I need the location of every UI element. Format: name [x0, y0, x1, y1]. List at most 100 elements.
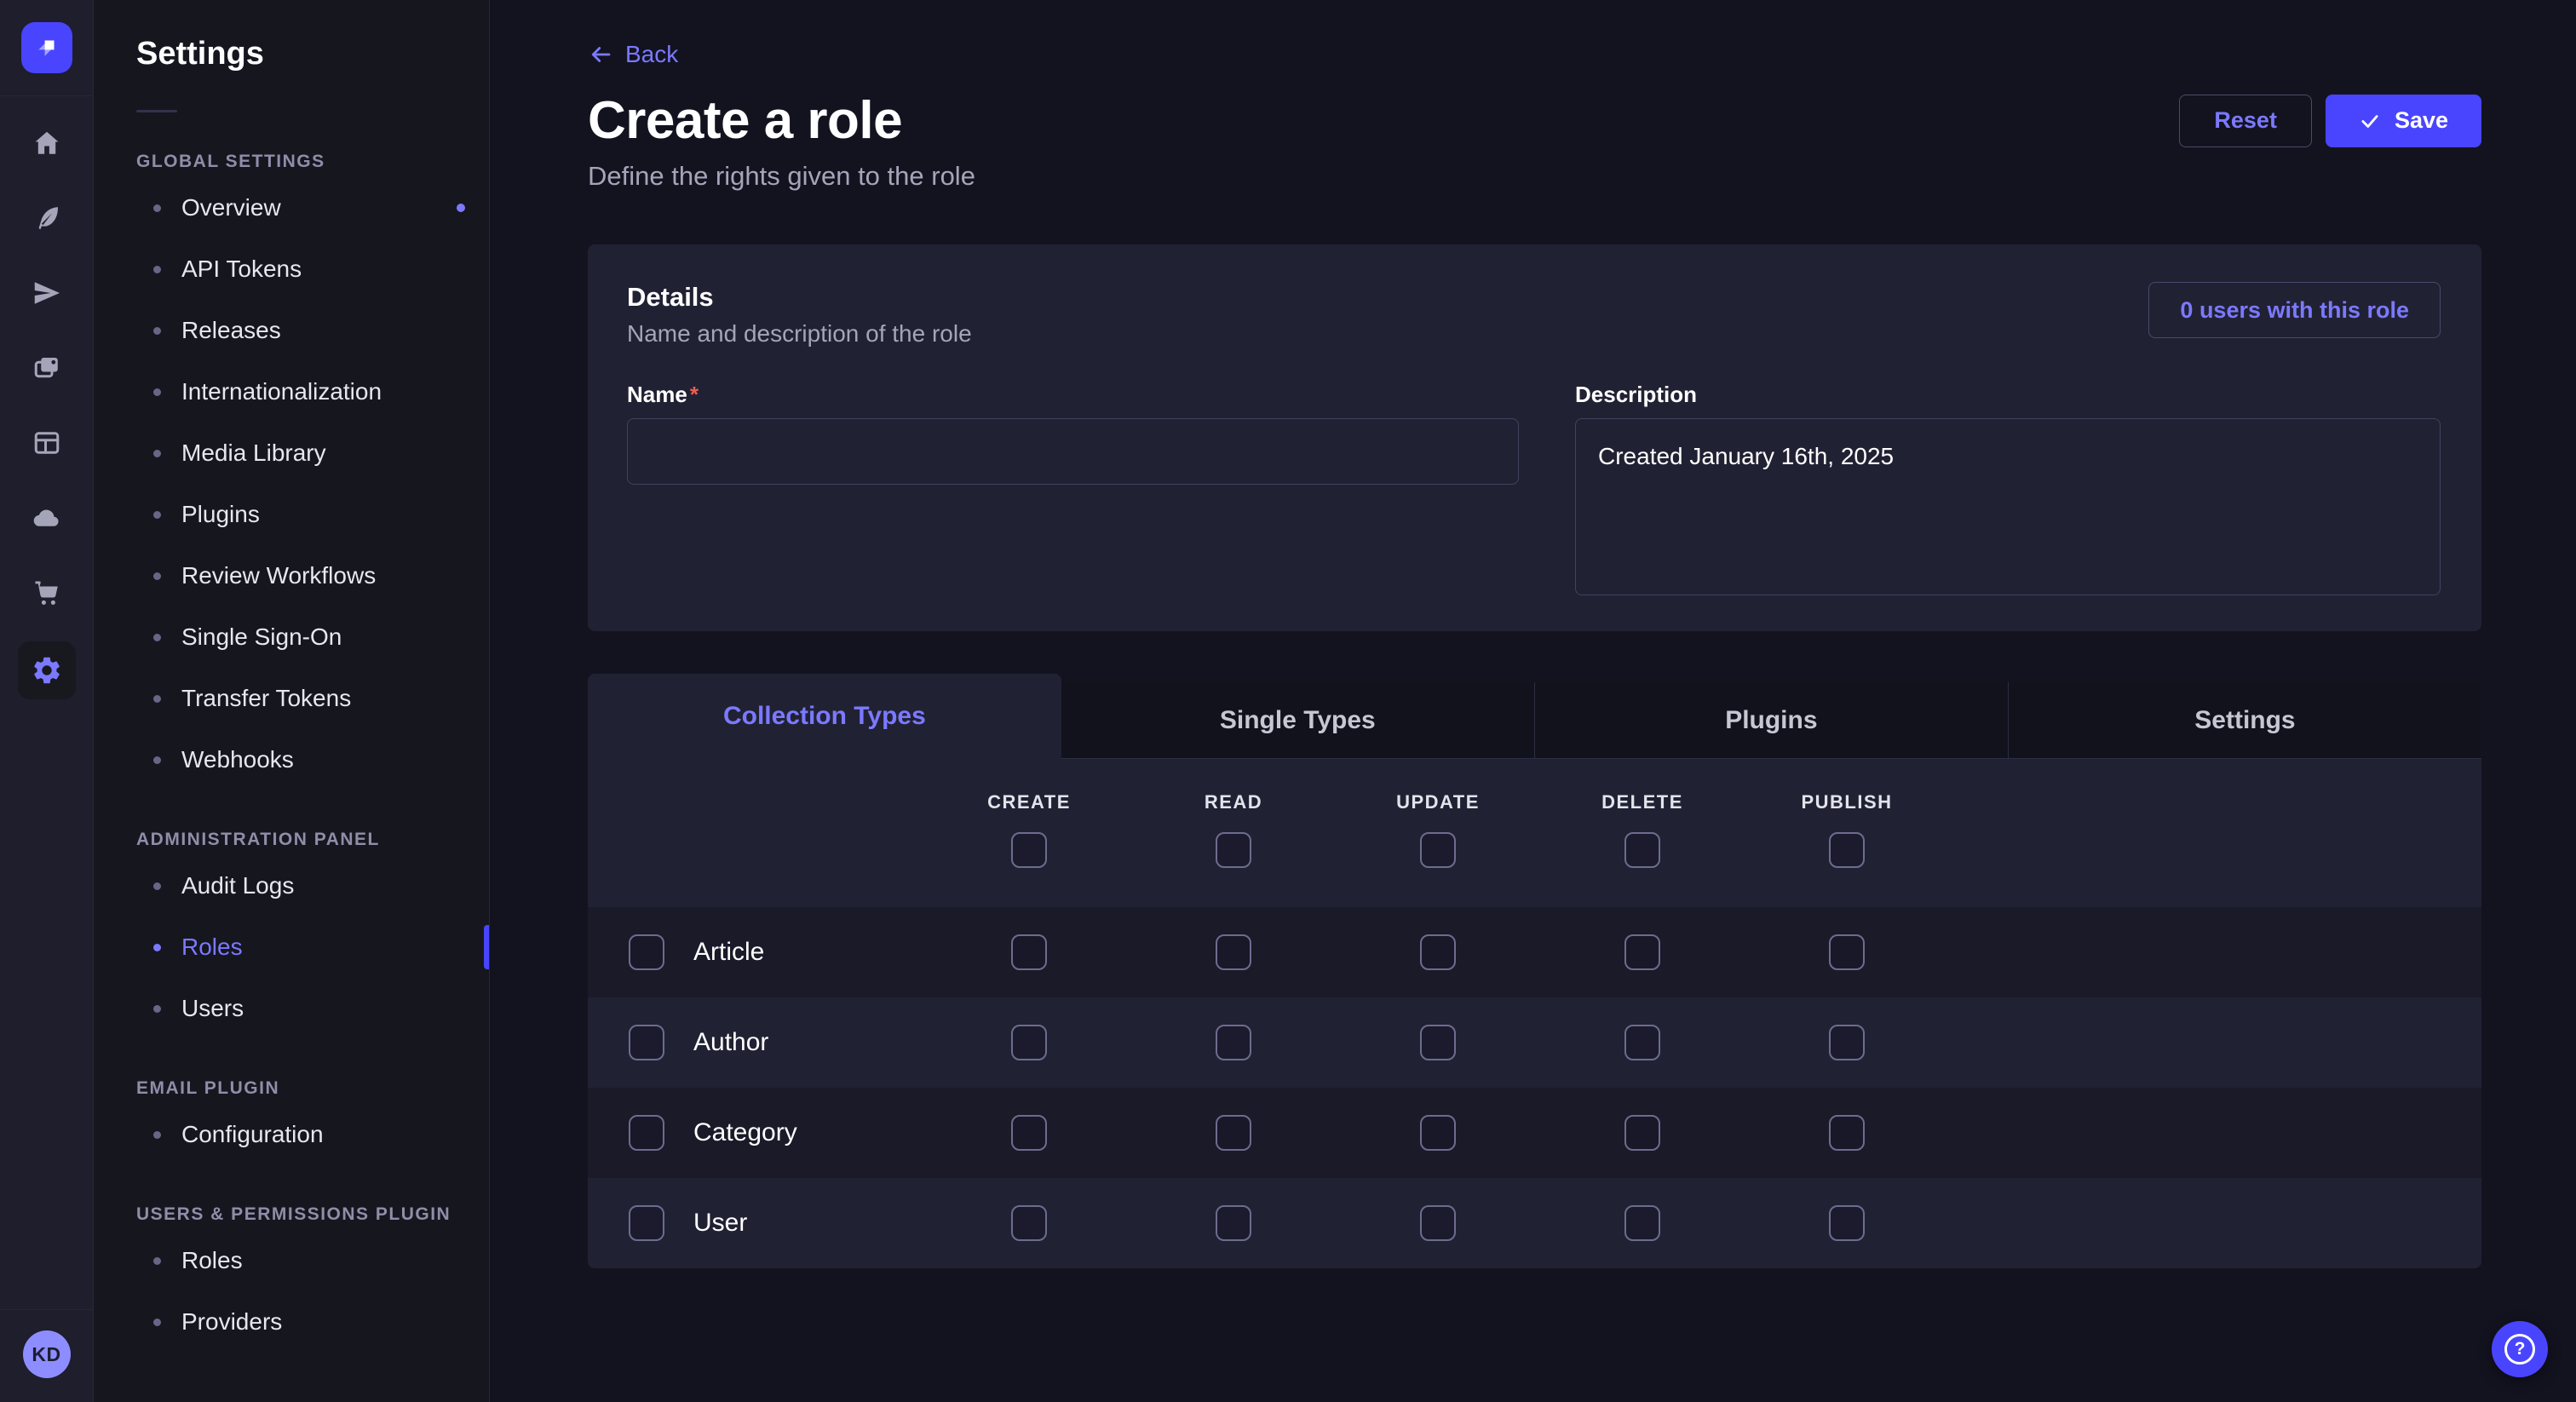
permission-checkbox-article-create[interactable] [1011, 934, 1047, 970]
column-select-checkbox-read[interactable] [1216, 832, 1251, 868]
media-images-icon[interactable] [31, 352, 63, 384]
bullet-icon [153, 266, 161, 273]
bullet-icon [153, 1319, 161, 1326]
permission-checkbox-user-create[interactable] [1011, 1205, 1047, 1241]
permission-checkbox-category-delete[interactable] [1624, 1115, 1660, 1151]
permission-checkbox-article-publish[interactable] [1829, 934, 1865, 970]
row-select-checkbox[interactable] [629, 934, 664, 970]
administration-panel-list: Audit Logs Roles Users [94, 855, 489, 1039]
sidebar-item-api-tokens[interactable]: API Tokens [94, 238, 489, 300]
sidebar-item-transfer-tokens[interactable]: Transfer Tokens [94, 668, 489, 729]
section-label-administration-panel: ADMINISTRATION PANEL [136, 830, 489, 850]
paper-plane-icon[interactable] [31, 277, 63, 309]
active-indicator-bar [484, 925, 489, 969]
permission-checkbox-user-publish[interactable] [1829, 1205, 1865, 1241]
permission-checkbox-article-read[interactable] [1216, 934, 1251, 970]
column-header-create: CREATE [987, 791, 1071, 813]
details-subtitle: Name and description of the role [627, 320, 972, 348]
sidebar-item-overview[interactable]: Overview [94, 177, 489, 238]
sidebar-title-divider [136, 110, 177, 112]
reset-button[interactable]: Reset [2179, 95, 2312, 147]
sidebar-item-releases[interactable]: Releases [94, 300, 489, 361]
sidebar-item-review-workflows[interactable]: Review Workflows [94, 545, 489, 606]
permission-checkbox-author-create[interactable] [1011, 1025, 1047, 1060]
permission-checkbox-article-update[interactable] [1420, 934, 1456, 970]
main-content: Back Create a role Reset Save Define the… [490, 0, 2576, 1402]
permission-checkbox-category-read[interactable] [1216, 1115, 1251, 1151]
permission-checkbox-user-read[interactable] [1216, 1205, 1251, 1241]
content-feather-icon[interactable] [31, 202, 63, 234]
column-header-publish: PUBLISH [1801, 791, 1892, 813]
tab-settings[interactable]: Settings [2008, 682, 2481, 758]
permission-checkbox-category-create[interactable] [1011, 1115, 1047, 1151]
permission-checkbox-author-read[interactable] [1216, 1025, 1251, 1060]
tab-plugins[interactable]: Plugins [1534, 682, 2008, 758]
bullet-icon [153, 1257, 161, 1265]
cloud-icon[interactable] [31, 502, 63, 534]
permission-checkbox-user-update[interactable] [1420, 1205, 1456, 1241]
settings-gear-icon[interactable] [18, 641, 76, 699]
sidebar-item-internationalization[interactable]: Internationalization [94, 361, 489, 422]
sidebar-item-plugins[interactable]: Plugins [94, 484, 489, 545]
permission-checkbox-author-update[interactable] [1420, 1025, 1456, 1060]
permission-checkbox-article-delete[interactable] [1624, 934, 1660, 970]
content-type-label: User [693, 1209, 747, 1238]
row-select-checkbox[interactable] [629, 1115, 664, 1151]
back-link[interactable]: Back [588, 41, 678, 68]
save-button[interactable]: Save [2326, 95, 2481, 147]
sidebar-item-users[interactable]: Users [94, 978, 489, 1039]
column-header-delete: DELETE [1601, 791, 1683, 813]
description-textarea[interactable]: Created January 16th, 2025 [1575, 418, 2441, 595]
sidebar-item-audit-logs[interactable]: Audit Logs [94, 855, 489, 916]
name-input[interactable] [627, 418, 1519, 485]
permission-checkbox-author-delete[interactable] [1624, 1025, 1660, 1060]
page-subtitle: Define the rights given to the role [588, 161, 2481, 192]
column-select-checkbox-delete[interactable] [1624, 832, 1660, 868]
required-asterisk: * [690, 382, 699, 407]
sidebar-item-roles-admin[interactable]: Roles [94, 916, 489, 978]
sidebar-item-media-library[interactable]: Media Library [94, 422, 489, 484]
column-select-checkbox-publish[interactable] [1829, 832, 1865, 868]
strapi-logo[interactable] [21, 22, 72, 73]
column-header-read: READ [1205, 791, 1262, 813]
tab-collection-types[interactable]: Collection Types [588, 674, 1061, 759]
marketplace-cart-icon[interactable] [31, 577, 63, 609]
page-title: Create a role [588, 90, 902, 151]
rail-bottom: KD [0, 1309, 93, 1402]
content-type-row-author: Author [588, 997, 2481, 1088]
users-with-role-button[interactable]: 0 users with this role [2148, 282, 2441, 338]
permissions-card: Collection Types Single Types Plugins Se… [588, 674, 2481, 1268]
sidebar-item-roles-up[interactable]: Roles [94, 1230, 489, 1291]
permission-checkbox-category-publish[interactable] [1829, 1115, 1865, 1151]
section-label-global-settings: GLOBAL SETTINGS [136, 152, 489, 172]
sidebar-item-configuration[interactable]: Configuration [94, 1104, 489, 1165]
help-button[interactable]: ? [2492, 1321, 2548, 1377]
app-root: KD Settings GLOBAL SETTINGS Overview API… [0, 0, 2576, 1402]
sidebar-item-webhooks[interactable]: Webhooks [94, 729, 489, 790]
bullet-icon [153, 695, 161, 703]
section-label-email-plugin: EMAIL PLUGIN [136, 1078, 489, 1099]
home-icon[interactable] [31, 127, 63, 159]
content-type-label: Article [693, 938, 764, 967]
row-select-checkbox[interactable] [629, 1205, 664, 1241]
settings-sidebar: Settings GLOBAL SETTINGS Overview API To… [94, 0, 490, 1402]
bullet-icon [153, 450, 161, 457]
content-manager-layout-icon[interactable] [31, 427, 63, 459]
permission-checkbox-user-delete[interactable] [1624, 1205, 1660, 1241]
row-select-checkbox[interactable] [629, 1025, 664, 1060]
user-avatar[interactable]: KD [23, 1330, 71, 1378]
content-type-row-article: Article [588, 907, 2481, 997]
content-type-label: Category [693, 1118, 797, 1147]
bullet-icon [153, 388, 161, 396]
sidebar-item-single-sign-on[interactable]: Single Sign-On [94, 606, 489, 668]
column-select-checkbox-create[interactable] [1011, 832, 1047, 868]
column-select-checkbox-update[interactable] [1420, 832, 1456, 868]
permission-checkbox-category-update[interactable] [1420, 1115, 1456, 1151]
permission-checkbox-author-publish[interactable] [1829, 1025, 1865, 1060]
sidebar-item-providers[interactable]: Providers [94, 1291, 489, 1353]
tab-single-types[interactable]: Single Types [1061, 682, 1534, 758]
notification-dot [457, 204, 465, 212]
permissions-tabs: Collection Types Single Types Plugins Se… [588, 674, 2481, 759]
bullet-icon [153, 511, 161, 519]
rail-divider [0, 95, 93, 96]
